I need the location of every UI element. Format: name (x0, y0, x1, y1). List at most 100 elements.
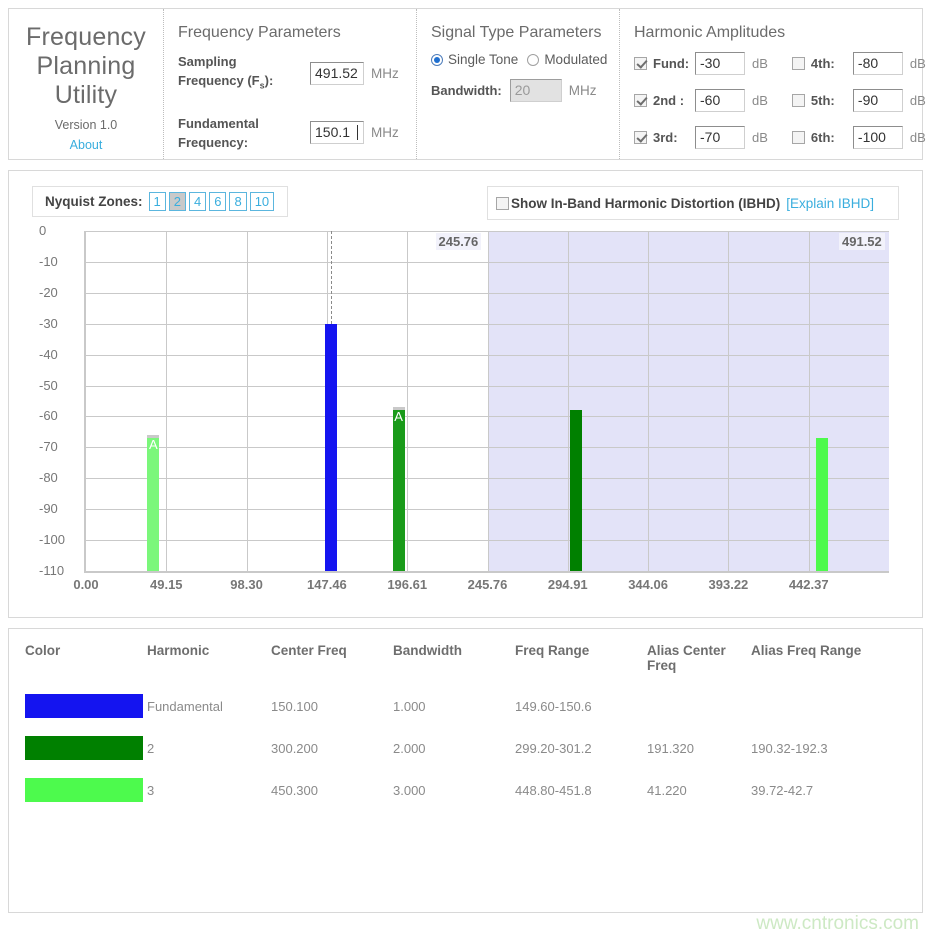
signal-type-title: Signal Type Parameters (431, 24, 619, 42)
explain-ibhd-link[interactable]: [Explain IBHD] (786, 196, 874, 211)
app-title-line3: Utility (9, 81, 163, 110)
harmonic-row: Fund:dB (634, 52, 768, 75)
bandwidth-label: Bandwidth: (431, 83, 502, 98)
ibhd-toggle-box: Show In-Band Harmonic Distortion (IBHD) … (487, 186, 899, 220)
cell-color (25, 769, 147, 811)
harmonic-checkbox-4[interactable] (792, 94, 805, 107)
x-axis-tick-label: 344.06 (628, 577, 668, 592)
bandwidth-input[interactable] (510, 79, 562, 102)
fundamental-frequency-unit: MHz (371, 125, 399, 140)
cell-freq-range: 149.60-150.6 (515, 685, 647, 727)
cell-alias-center-freq: 41.220 (647, 769, 751, 811)
harmonic-unit-3: dB (910, 56, 926, 71)
spectrum-bar[interactable] (325, 324, 337, 571)
sampling-frequency-label-line1: Sampling (178, 52, 310, 71)
gridline-vertical (568, 231, 569, 571)
cell-harmonic: 2 (147, 727, 271, 769)
nyquist-zone-button-8[interactable]: 8 (229, 192, 246, 211)
spectrum-bar[interactable]: A (393, 410, 405, 571)
harmonic-column-left: Fund:dB2nd :dB3rd:dB (634, 52, 768, 163)
ibhd-checkbox[interactable] (496, 197, 509, 210)
y-axis-tick-label: -10 (39, 254, 79, 269)
plot-area: AA 0.0049.1598.30147.46196.61245.76294.9… (84, 231, 889, 573)
x-axis-tick-label: 196.61 (387, 577, 427, 592)
radio-modulated[interactable] (527, 54, 539, 66)
sampling-frequency-unit: MHz (371, 66, 399, 81)
gridline-horizontal (86, 571, 889, 572)
x-axis-tick-label: 98.30 (230, 577, 263, 592)
y-axis-tick-label: -60 (39, 408, 79, 423)
harmonic-checkbox-2[interactable] (634, 131, 647, 144)
zone-start-label: 245.76 (436, 233, 482, 250)
col-header-freq-range: Freq Range (515, 643, 647, 685)
harmonic-amplitude-input-2[interactable] (695, 126, 745, 149)
col-header-color: Color (25, 643, 147, 685)
signal-type-group: Signal Type Parameters Single Tone Modul… (417, 9, 620, 159)
fundamental-frequency-label-line2: Frequency: (178, 133, 310, 152)
x-axis-tick-label: 49.15 (150, 577, 183, 592)
radio-single-tone[interactable] (431, 54, 443, 66)
nyquist-zones-selector: Nyquist Zones: 1246810 (32, 186, 288, 217)
cell-alias-center-freq: 191.320 (647, 727, 751, 769)
nyquist-zone-button-10[interactable]: 10 (250, 192, 274, 211)
col-header-alias-freq-range: Alias Freq Range (751, 643, 915, 685)
app-version: Version 1.0 (9, 118, 163, 132)
radio-single-tone-label[interactable]: Single Tone (448, 52, 518, 67)
radio-modulated-label[interactable]: Modulated (544, 52, 607, 67)
y-axis-tick-label: -40 (39, 347, 79, 362)
harmonic-unit-5: dB (910, 130, 926, 145)
y-axis-tick-label: -100 (39, 532, 79, 547)
harmonic-amplitude-input-0[interactable] (695, 52, 745, 75)
col-header-bandwidth: Bandwidth (393, 643, 515, 685)
chart-panel: Nyquist Zones: 1246810 Show In-Band Harm… (8, 170, 923, 618)
sampling-frequency-input[interactable] (310, 62, 364, 85)
harmonic-unit-1: dB (752, 93, 768, 108)
nyquist-zone-button-2[interactable]: 2 (169, 192, 186, 211)
y-axis-tick-label: -30 (39, 316, 79, 331)
harmonic-checkbox-3[interactable] (792, 57, 805, 70)
harmonic-label-1: 2nd : (653, 93, 695, 108)
harmonic-row: 4th: dB (792, 52, 926, 75)
harmonic-unit-0: dB (752, 56, 768, 71)
table-body: Fundamental150.1001.000149.60-150.62300.… (25, 685, 915, 811)
app-title-line2: Planning (9, 52, 163, 81)
text-caret (357, 125, 358, 140)
site-watermark: www.cntronics.com (756, 913, 919, 935)
cell-harmonic: 3 (147, 769, 271, 811)
harmonic-checkbox-1[interactable] (634, 94, 647, 107)
spectrum-bar[interactable] (570, 410, 582, 571)
nyquist-zone-button-4[interactable]: 4 (189, 192, 206, 211)
sampling-frequency-label: Sampling Frequency (Fs): (178, 52, 310, 96)
harmonic-amplitude-input-5[interactable] (853, 126, 903, 149)
harmonic-row: 6th: dB (792, 126, 926, 149)
harmonic-unit-2: dB (752, 130, 768, 145)
alias-marker: A (393, 409, 405, 424)
cell-color (25, 727, 147, 769)
harmonic-checkbox-5[interactable] (792, 131, 805, 144)
harmonic-label-5: 6th: (811, 130, 853, 145)
fundamental-frequency-row: Fundamental Frequency: MHz (178, 114, 416, 152)
spectrum-bar[interactable]: A (147, 438, 159, 571)
cell-bandwidth: 2.000 (393, 727, 515, 769)
nyquist-zone-button-1[interactable]: 1 (149, 192, 166, 211)
harmonic-checkbox-0[interactable] (634, 57, 647, 70)
spectrum-bar[interactable] (816, 438, 828, 571)
color-swatch (25, 694, 143, 718)
cell-alias-freq-range (751, 685, 915, 727)
x-axis-tick-label: 294.91 (548, 577, 588, 592)
harmonic-label-4: 5th: (811, 93, 853, 108)
y-axis-tick-label: -110 (39, 563, 79, 578)
gridline-vertical (488, 231, 489, 571)
harmonic-amplitude-input-4[interactable] (853, 89, 903, 112)
about-link[interactable]: About (9, 138, 163, 152)
harmonic-row: 2nd : dB (634, 89, 768, 112)
harmonic-amplitude-input-1[interactable] (695, 89, 745, 112)
harmonic-amplitude-input-3[interactable] (853, 52, 903, 75)
harmonic-label-3: 4th: (811, 56, 853, 71)
y-axis-tick-label: -50 (39, 378, 79, 393)
fundamental-frequency-label: Fundamental Frequency: (178, 114, 310, 152)
nyquist-zone-button-6[interactable]: 6 (209, 192, 226, 211)
fundamental-frequency-input[interactable] (310, 121, 364, 144)
table-row: 2300.2002.000299.20-301.2191.320190.32-1… (25, 727, 915, 769)
nyquist-zones-label: Nyquist Zones: (45, 194, 143, 209)
